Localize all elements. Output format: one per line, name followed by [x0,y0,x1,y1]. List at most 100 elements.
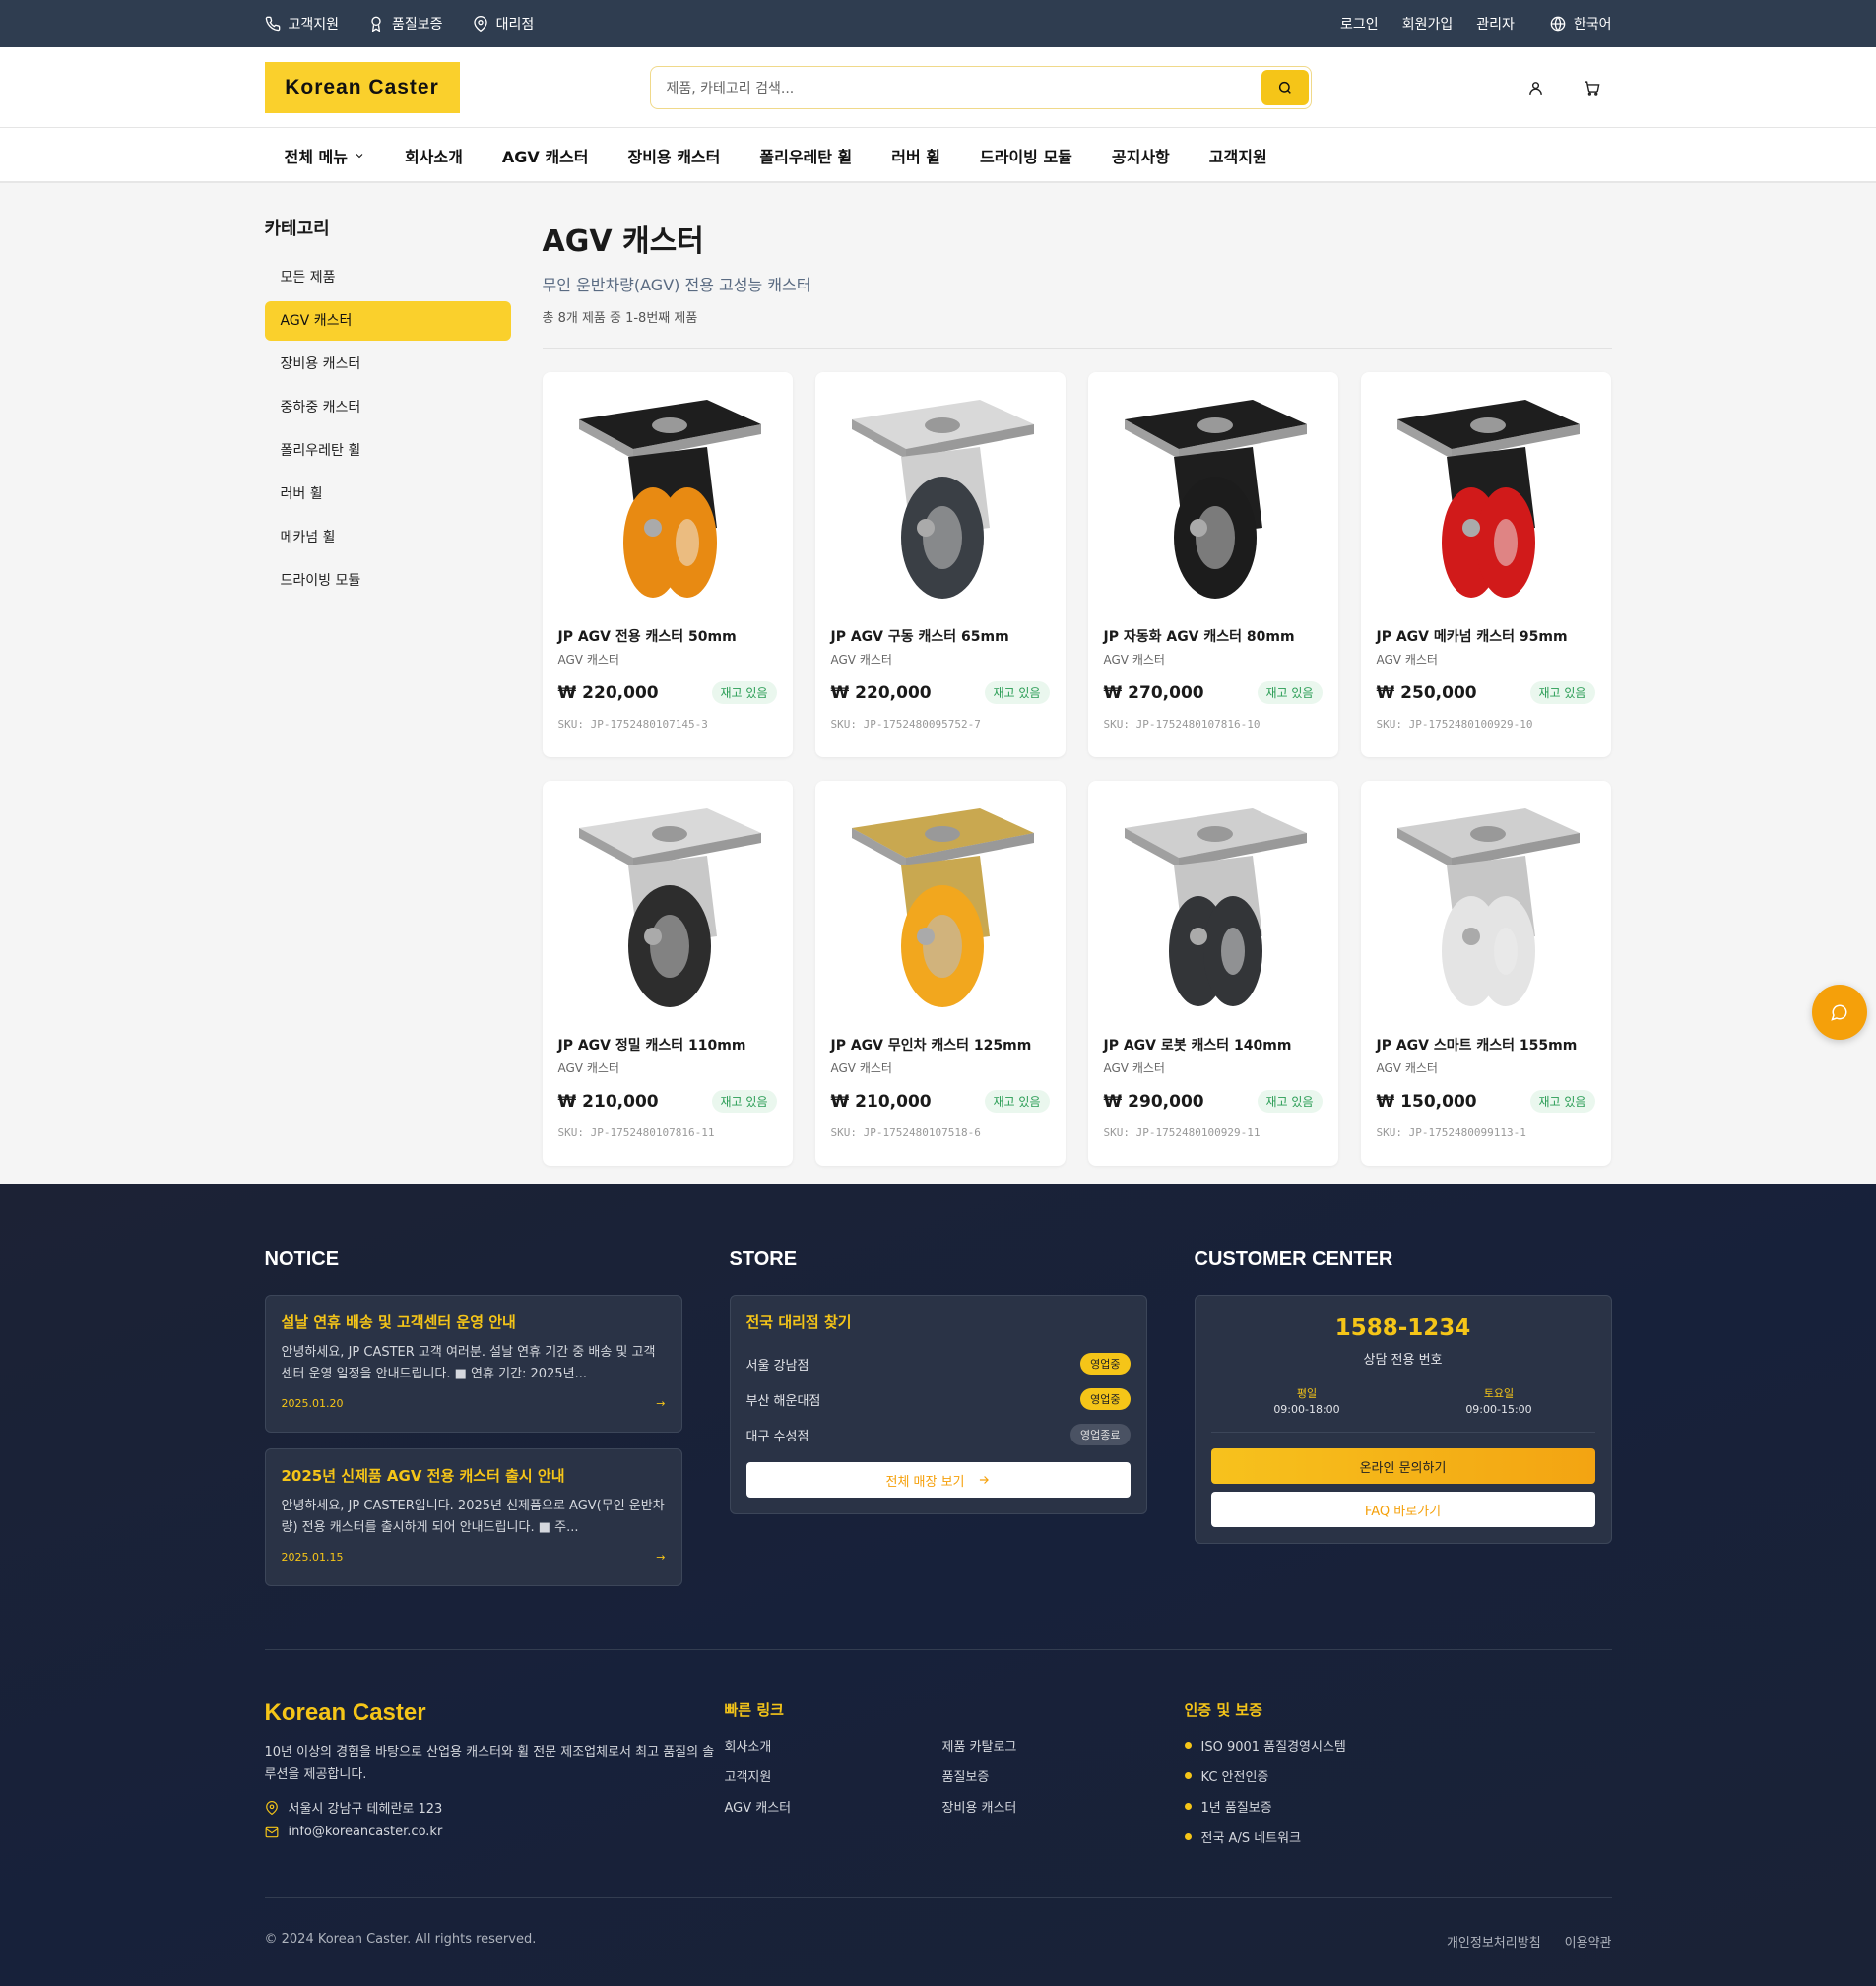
product-image[interactable] [1361,372,1611,620]
user-icon[interactable] [1527,80,1544,96]
mail-icon [265,1826,278,1837]
search-button[interactable] [1261,70,1309,105]
nav-item-notice[interactable]: 공지사항 [1112,144,1170,167]
product-image[interactable] [1088,781,1338,1029]
site-logo[interactable]: Korean Caster [264,62,460,113]
product-name[interactable]: JP AGV 전용 캐스터 50mm [558,626,777,646]
product-image[interactable] [543,781,793,1029]
product-card[interactable]: JP 자동화 AGV 캐스터 80mm AGV 캐스터 ₩ 270,000 재고… [1087,372,1338,757]
product-price: ₩ 220,000 [557,682,659,703]
search-bar[interactable]: 제품, 카테고리 검색... [649,66,1312,109]
chevron-down-icon [356,154,363,159]
topbar-dealer-link[interactable]: 대리점 [473,14,534,33]
sidebar-item-heavy[interactable]: 중하중 캐스터 [265,388,511,427]
stock-badge: 재고 있음 [984,1090,1050,1113]
nav-item-support[interactable]: 고객지원 [1209,144,1267,167]
sidebar-item-equipment[interactable]: 장비용 캐스터 [265,345,511,384]
sidebar-item-agv[interactable]: AGV 캐스터 [264,301,511,341]
page-subtitle: 무인 운반차량(AGV) 전용 고성능 캐스터 [542,276,811,294]
product-card[interactable]: JP AGV 정밀 캐스터 110mm AGV 캐스터 ₩ 210,000 재고… [542,781,793,1166]
footer-link[interactable]: 고객지원 [725,1766,942,1785]
footer-link[interactable]: 장비용 캐스터 [942,1797,1160,1816]
product-card[interactable]: JP AGV 로봇 캐스터 140mm AGV 캐스터 ₩ 290,000 재고… [1087,781,1338,1166]
map-pin-icon [265,1800,278,1815]
sidebar-item-all[interactable]: 모든 제품 [265,258,511,297]
stock-badge: 재고 있음 [711,681,777,704]
footer-notice-section: NOTICE 설날 연휴 배송 및 고객센터 운영 안내 안녕하세요, JP C… [264,1249,682,1602]
nav-item-polyurethane[interactable]: 폴리우레탄 휠 [759,144,852,167]
notice-body: 안녕하세요, JP CASTER 고객 여러분. 설날 연휴 기간 중 배송 및… [281,1345,656,1381]
caster-image-icon [578,400,761,598]
cart-icon[interactable] [1584,80,1600,96]
footer-link[interactable]: 회사소개 [725,1736,942,1755]
notice-card[interactable]: 설날 연휴 배송 및 고객센터 운영 안내 안녕하세요, JP CASTER 고… [264,1295,682,1433]
topbar-quality-link[interactable]: 품질보증 [368,14,443,33]
topbar-support-link[interactable]: 고객지원 [265,14,339,33]
product-name[interactable]: JP AGV 정밀 캐스터 110mm [558,1035,777,1055]
privacy-link[interactable]: 개인정보처리방침 [1447,1932,1541,1951]
award-icon [371,16,381,32]
faq-button[interactable]: FAQ 바로가기 [1210,1492,1595,1527]
sidebar-item-rubber[interactable]: 러버 휠 [265,475,511,514]
product-price: ₩ 270,000 [1103,682,1204,703]
search-input[interactable]: 제품, 카테고리 검색... [667,78,1261,97]
store-row[interactable]: 대구 수성점 영업종료 [746,1417,1131,1452]
nav-all-menu[interactable]: 전체 메뉴 [285,144,365,167]
product-image[interactable] [543,372,793,620]
product-name[interactable]: JP AGV 구동 캐스터 65mm [831,626,1050,646]
signup-link[interactable]: 회원가입 [1402,14,1454,33]
nav-item-driving[interactable]: 드라이빙 모듈 [980,144,1072,167]
product-image[interactable] [815,781,1066,1029]
product-card[interactable]: JP AGV 전용 캐스터 50mm AGV 캐스터 ₩ 220,000 재고 … [542,372,793,757]
admin-link[interactable]: 관리자 [1476,14,1515,33]
stock-badge: 재고 있음 [1529,681,1595,704]
view-all-stores-button[interactable]: 전체 매장 보기 [745,1462,1131,1498]
product-card[interactable]: JP AGV 무인차 캐스터 125mm AGV 캐스터 ₩ 210,000 재… [814,781,1066,1166]
cs-phone-label: 상담 전용 번호 [1363,1353,1443,1368]
notice-card[interactable]: 2025년 신제품 AGV 전용 캐스터 출시 안내 안녕하세요, JP CAS… [264,1448,682,1586]
footer-logo[interactable]: Korean Caster [265,1699,725,1727]
product-name[interactable]: JP AGV 스마트 캐스터 155mm [1377,1035,1595,1055]
view-all-stores-label: 전체 매장 보기 [885,1474,965,1490]
nav-item-equipment[interactable]: 장비용 캐스터 [627,144,720,167]
product-name[interactable]: JP 자동화 AGV 캐스터 80mm [1104,626,1323,646]
footer-link[interactable]: 품질보증 [942,1766,1160,1785]
sidebar-item-driving[interactable]: 드라이빙 모듈 [265,561,511,601]
product-card[interactable]: JP AGV 구동 캐스터 65mm AGV 캐스터 ₩ 220,000 재고 … [814,372,1066,757]
cs-phone[interactable]: 1588-1234 [1211,1315,1595,1341]
footer-link[interactable]: 제품 카탈로그 [942,1736,1160,1755]
footer-brand: Korean Caster 10년 이상의 경험을 바탕으로 산업용 캐스터와 … [265,1699,725,1858]
cs-card: 1588-1234 상담 전용 번호 평일 09:00-18:00 토요일 09… [1194,1295,1612,1544]
sidebar-item-mecanum[interactable]: 메카넘 휠 [265,518,511,557]
product-name[interactable]: JP AGV 로봇 캐스터 140mm [1104,1035,1323,1055]
product-image[interactable] [815,372,1066,620]
product-image[interactable] [1361,781,1611,1029]
product-sku: SKU: JP-1752480100929-10 [1376,718,1533,731]
nav-item-rubber[interactable]: 러버 휠 [891,144,940,167]
chat-button[interactable] [1812,985,1867,1040]
product-name[interactable]: JP AGV 메카넘 캐스터 95mm [1377,626,1595,646]
nav-item-company[interactable]: 회사소개 [405,144,463,167]
saturday-label: 토요일 [1483,1387,1515,1400]
footer-link[interactable]: AGV 캐스터 [725,1797,942,1816]
login-link[interactable]: 로그인 [1340,14,1379,33]
footer-email[interactable]: info@koreancaster.co.kr [265,1825,725,1839]
online-inquiry-button[interactable]: 온라인 문의하기 [1210,1448,1595,1484]
store-card: 전국 대리점 찾기 서울 강남점 영업중 부산 해운대점 영업중 대구 수성점 … [729,1295,1147,1514]
product-name[interactable]: JP AGV 무인차 캐스터 125mm [831,1035,1050,1055]
sidebar-item-polyurethane[interactable]: 폴리우레탄 휠 [265,431,511,471]
product-card[interactable]: JP AGV 메카넘 캐스터 95mm AGV 캐스터 ₩ 250,000 재고… [1360,372,1611,757]
store-row[interactable]: 부산 해운대점 영업중 [746,1381,1131,1417]
store-name: 서울 강남점 [745,1358,809,1374]
store-row[interactable]: 서울 강남점 영업중 [746,1346,1131,1381]
product-sku: SKU: JP-1752480095752-7 [830,718,981,731]
category-sidebar: 카테고리 모든 제품 AGV 캐스터 장비용 캐스터 중하중 캐스터 폴리우레탄… [264,215,511,1166]
cs-heading: CUSTOMER CENTER [1194,1249,1393,1270]
language-selector[interactable]: 한국어 [1550,14,1612,33]
product-card[interactable]: JP AGV 스마트 캐스터 155mm AGV 캐스터 ₩ 150,000 재… [1360,781,1611,1166]
cert-item: ISO 9001 품질경영시스템 [1200,1740,1346,1755]
nav-item-agv[interactable]: AGV 캐스터 [502,144,589,167]
terms-link[interactable]: 이용약관 [1565,1932,1612,1951]
product-image[interactable] [1088,372,1338,620]
caster-image-icon [1124,808,1307,1006]
